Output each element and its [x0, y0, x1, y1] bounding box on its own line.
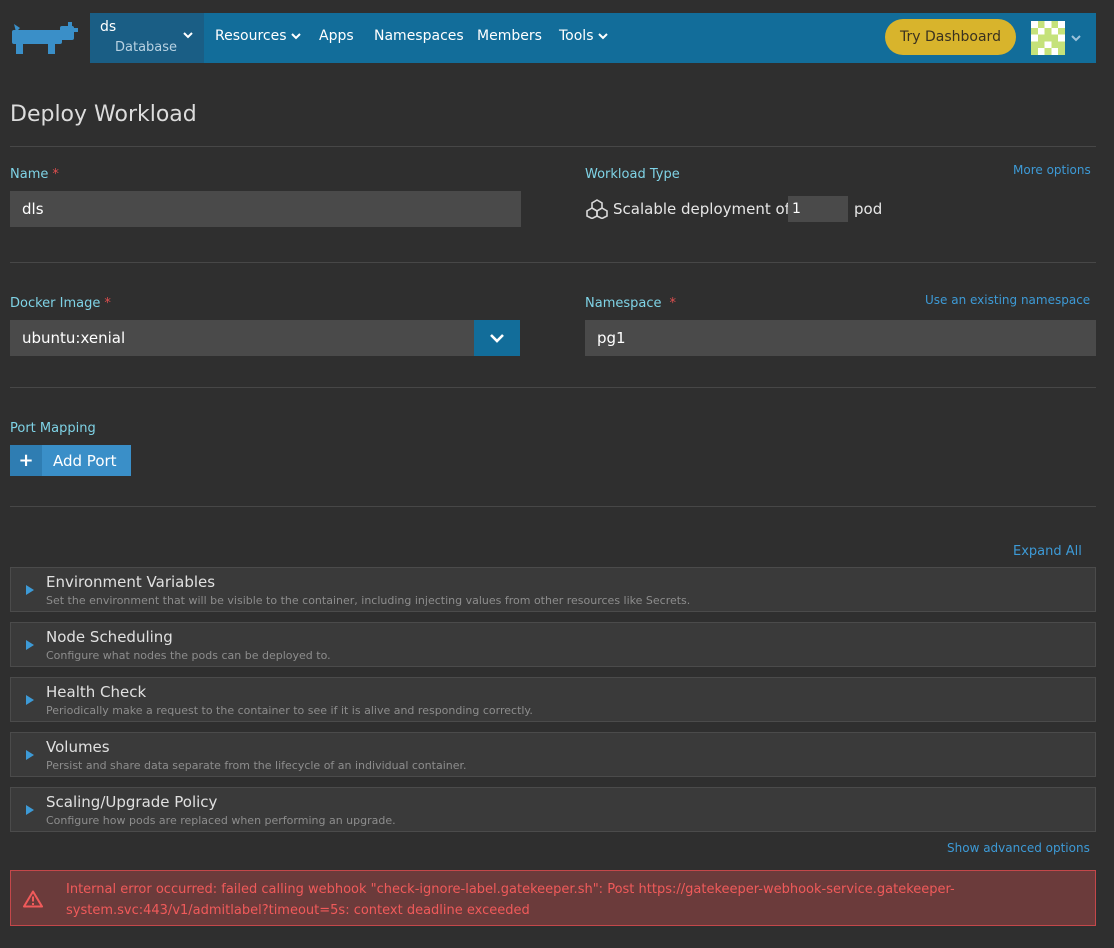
section-scaling-upgrade-policy[interactable]: Scaling/Upgrade Policy Configure how pod…: [10, 787, 1096, 832]
use-existing-namespace-link[interactable]: Use an existing namespace: [925, 293, 1090, 307]
cluster-sub: Database: [115, 40, 178, 55]
section-description: Configure how pods are replaced when per…: [46, 814, 396, 827]
expand-all-link[interactable]: Expand All: [1013, 544, 1082, 559]
section-health-check[interactable]: Health Check Periodically make a request…: [10, 677, 1096, 722]
name-label: Name *: [10, 167, 59, 182]
rancher-logo-icon[interactable]: [10, 22, 78, 56]
divider: [10, 387, 1096, 388]
nav-tools[interactable]: Tools: [559, 28, 609, 44]
chevron-down-icon: [597, 33, 608, 40]
section-title: Node Scheduling: [46, 628, 173, 646]
nav-members[interactable]: Members: [477, 28, 542, 44]
section-volumes[interactable]: Volumes Persist and share data separate …: [10, 732, 1096, 777]
expand-arrow-icon: [26, 805, 34, 815]
section-environment-variables[interactable]: Environment Variables Set the environmen…: [10, 567, 1096, 612]
top-bar: ds Database Resources Apps Namespaces Me…: [0, 0, 1114, 74]
nav-namespaces[interactable]: Namespaces: [374, 28, 464, 44]
docker-image-input[interactable]: ubuntu:xenial: [10, 320, 474, 356]
section-description: Set the environment that will be visible…: [46, 594, 691, 607]
namespace-label-text: Namespace: [585, 296, 662, 311]
chevron-down-icon: [490, 334, 504, 343]
nav-resources[interactable]: Resources: [215, 28, 302, 44]
user-avatar[interactable]: [1031, 21, 1065, 55]
namespace-input[interactable]: pg1: [585, 320, 1096, 356]
required-mark: *: [52, 167, 59, 182]
expand-arrow-icon: [26, 585, 34, 595]
section-title: Volumes: [46, 738, 110, 756]
expand-arrow-icon: [26, 695, 34, 705]
section-title: Environment Variables: [46, 573, 216, 591]
cluster-switcher[interactable]: ds Database: [90, 13, 204, 63]
port-mapping-label: Port Mapping: [10, 421, 96, 436]
expand-arrow-icon: [26, 640, 34, 650]
divider: [10, 262, 1096, 263]
nav-tools-label: Tools: [559, 28, 594, 44]
section-title: Scaling/Upgrade Policy: [46, 793, 218, 811]
name-input[interactable]: dls: [10, 191, 521, 227]
section-title: Health Check: [46, 683, 147, 701]
section-node-scheduling[interactable]: Node Scheduling Configure what nodes the…: [10, 622, 1096, 667]
divider: [10, 506, 1096, 507]
more-options-link[interactable]: More options: [1013, 163, 1091, 177]
section-description: Configure what nodes the pods can be dep…: [46, 649, 331, 662]
section-description: Persist and share data separate from the…: [46, 759, 467, 772]
required-mark: *: [104, 296, 111, 311]
plus-icon: +: [10, 445, 42, 476]
add-port-label: Add Port: [53, 452, 117, 470]
docker-image-label-text: Docker Image: [10, 296, 101, 311]
main-navbar: ds Database Resources Apps Namespaces Me…: [90, 13, 1096, 63]
docker-image-dropdown-button[interactable]: [474, 320, 520, 356]
chevron-down-icon: [290, 33, 301, 40]
nav-apps[interactable]: Apps: [319, 28, 354, 44]
chevron-down-icon[interactable]: [1070, 32, 1082, 44]
nav-resources-label: Resources: [215, 28, 287, 44]
add-port-button[interactable]: + Add Port: [10, 445, 131, 476]
chevron-down-icon: [183, 32, 193, 39]
error-message: Internal error occurred: failed calling …: [66, 882, 955, 918]
cubes-icon: [586, 199, 608, 219]
docker-image-label: Docker Image *: [10, 296, 111, 311]
workload-desc-post: pod: [854, 200, 883, 218]
warning-triangle-icon: [23, 890, 43, 908]
section-description: Periodically make a request to the conta…: [46, 704, 533, 717]
cluster-name: ds: [100, 19, 117, 35]
workload-type-label: Workload Type: [585, 167, 680, 182]
error-banner: Internal error occurred: failed calling …: [10, 870, 1096, 926]
divider: [10, 146, 1096, 147]
expand-arrow-icon: [26, 750, 34, 760]
namespace-label: Namespace *: [585, 296, 676, 311]
name-label-text: Name: [10, 167, 49, 182]
scale-input[interactable]: 1: [788, 196, 848, 222]
workload-desc-pre: Scalable deployment of: [613, 200, 790, 218]
required-mark: *: [669, 296, 677, 311]
page-title: Deploy Workload: [10, 102, 197, 127]
show-advanced-options-link[interactable]: Show advanced options: [947, 841, 1090, 855]
try-dashboard-button[interactable]: Try Dashboard: [885, 19, 1016, 55]
